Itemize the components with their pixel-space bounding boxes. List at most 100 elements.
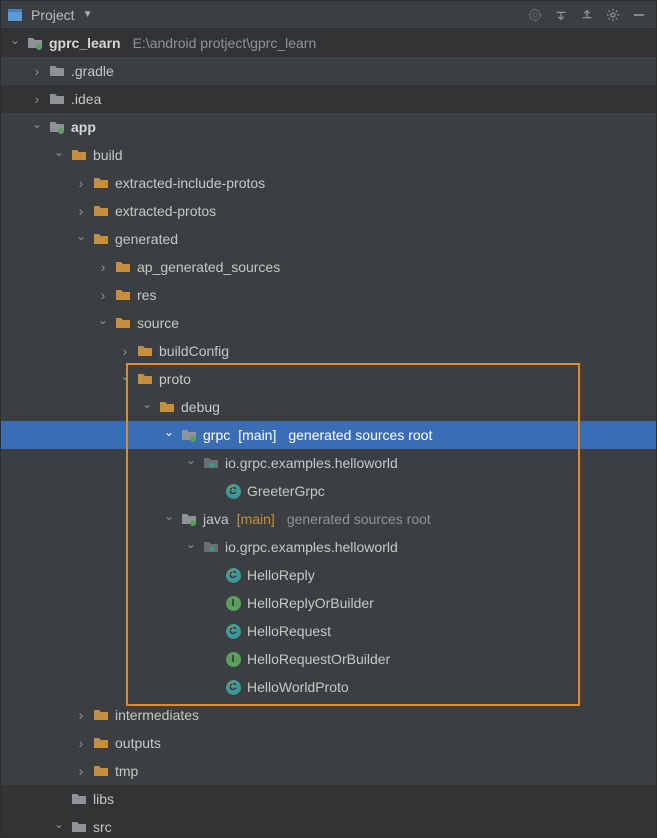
tree-node[interactable]: .idea <box>1 85 656 113</box>
locate-icon[interactable] <box>524 4 546 26</box>
folder-icon <box>49 91 65 107</box>
tree-node[interactable]: ↺C HelloRequest <box>1 617 656 645</box>
tree-node[interactable]: app <box>1 113 656 141</box>
source-set-tag: [main] <box>237 511 275 527</box>
excluded-folder-icon <box>93 707 109 723</box>
interface-icon: I <box>225 595 241 611</box>
node-label: extracted-include-protos <box>115 175 265 191</box>
expand-toggle[interactable] <box>97 316 109 330</box>
node-label: proto <box>159 371 191 387</box>
tree-node[interactable]: src <box>1 813 656 837</box>
interface-icon: I <box>225 651 241 667</box>
project-toolbar: Project ▼ <box>1 1 656 29</box>
source-set-tag: [main] <box>238 427 276 443</box>
expand-toggle[interactable] <box>119 343 131 359</box>
node-label: HelloReply <box>247 567 315 583</box>
tool-window-icon <box>7 7 23 23</box>
node-label: extracted-protos <box>115 203 216 219</box>
project-tree[interactable]: gprc_learn E:\android protject\gprc_lear… <box>1 29 656 837</box>
node-label: GreeterGrpc <box>247 483 325 499</box>
expand-toggle[interactable] <box>53 820 65 834</box>
expand-toggle[interactable] <box>75 203 87 219</box>
tree-node[interactable]: buildConfig <box>1 337 656 365</box>
tree-node[interactable]: intermediates <box>1 701 656 729</box>
excluded-folder-icon <box>137 371 153 387</box>
expand-toggle[interactable] <box>75 763 87 779</box>
tree-node[interactable]: extracted-protos <box>1 197 656 225</box>
tree-node[interactable]: I HelloReplyOrBuilder <box>1 589 656 617</box>
hide-icon[interactable] <box>628 4 650 26</box>
expand-toggle[interactable] <box>141 400 153 414</box>
expand-toggle[interactable] <box>119 372 131 386</box>
node-label: HelloReplyOrBuilder <box>247 595 374 611</box>
view-selector[interactable]: Project <box>31 7 75 23</box>
tree-node[interactable]: ↺C HelloWorldProto <box>1 673 656 701</box>
expand-toggle[interactable] <box>9 36 21 50</box>
chevron-down-icon: ▼ <box>83 9 93 20</box>
node-path: E:\android protject\gprc_learn <box>133 35 317 51</box>
expand-toggle[interactable] <box>163 428 175 442</box>
excluded-folder-icon <box>159 399 175 415</box>
tree-node[interactable]: libs <box>1 785 656 813</box>
class-icon: ↺C <box>225 567 241 583</box>
node-label: HelloRequestOrBuilder <box>247 651 390 667</box>
expand-toggle[interactable] <box>75 735 87 751</box>
expand-toggle[interactable] <box>75 707 87 723</box>
tree-node-root[interactable]: gprc_learn E:\android protject\gprc_lear… <box>1 29 656 57</box>
expand-toggle[interactable] <box>163 512 175 526</box>
expand-toggle[interactable] <box>31 120 43 134</box>
gear-icon[interactable] <box>602 4 624 26</box>
expand-toggle[interactable] <box>53 148 65 162</box>
excluded-folder-icon <box>71 147 87 163</box>
tree-node[interactable]: .gradle <box>1 57 656 85</box>
tree-node[interactable]: tmp <box>1 757 656 785</box>
node-label: res <box>137 287 156 303</box>
tree-node[interactable]: ap_generated_sources <box>1 253 656 281</box>
expand-toggle[interactable] <box>97 287 109 303</box>
node-label: .gradle <box>71 63 114 79</box>
node-label: generated <box>115 231 178 247</box>
node-label: grpc <box>203 427 230 443</box>
node-label: debug <box>181 399 220 415</box>
expand-toggle[interactable] <box>185 456 197 470</box>
tree-node[interactable]: debug <box>1 393 656 421</box>
tree-node[interactable]: ↺C GreeterGrpc <box>1 477 656 505</box>
tree-node[interactable]: source <box>1 309 656 337</box>
tree-node[interactable]: ↺C HelloReply <box>1 561 656 589</box>
expand-toggle[interactable] <box>31 63 43 79</box>
excluded-folder-icon <box>93 231 109 247</box>
tree-node[interactable]: generated <box>1 225 656 253</box>
tree-node[interactable]: I HelloRequestOrBuilder <box>1 645 656 673</box>
tree-node-selected[interactable]: grpc [main] generated sources root <box>1 421 656 449</box>
generated-sources-folder-icon <box>181 427 197 443</box>
tree-node[interactable]: extracted-include-protos <box>1 169 656 197</box>
module-folder-icon <box>27 35 43 51</box>
collapse-all-icon[interactable] <box>576 4 598 26</box>
tree-node[interactable]: io.grpc.examples.helloworld <box>1 533 656 561</box>
excluded-folder-icon <box>137 343 153 359</box>
project-tool-window: Project ▼ gprc_learn E:\android protject… <box>0 0 657 838</box>
expand-toggle[interactable] <box>31 91 43 107</box>
expand-all-icon[interactable] <box>550 4 572 26</box>
class-icon: ↺C <box>225 483 241 499</box>
node-label: tmp <box>115 763 138 779</box>
tree-node[interactable]: res <box>1 281 656 309</box>
expand-toggle[interactable] <box>97 259 109 275</box>
tree-node[interactable]: outputs <box>1 729 656 757</box>
tree-node[interactable]: proto <box>1 365 656 393</box>
excluded-folder-icon <box>93 735 109 751</box>
package-icon <box>203 455 219 471</box>
expand-toggle[interactable] <box>185 540 197 554</box>
excluded-folder-icon <box>115 287 131 303</box>
tree-node[interactable]: build <box>1 141 656 169</box>
expand-toggle[interactable] <box>75 232 87 246</box>
tree-node[interactable]: io.grpc.examples.helloworld <box>1 449 656 477</box>
node-label: buildConfig <box>159 343 229 359</box>
tree-node[interactable]: java [main] generated sources root <box>1 505 656 533</box>
node-label: io.grpc.examples.helloworld <box>225 455 398 471</box>
excluded-folder-icon <box>93 175 109 191</box>
excluded-folder-icon <box>93 203 109 219</box>
node-label: gprc_learn <box>49 35 121 51</box>
excluded-folder-icon <box>115 259 131 275</box>
expand-toggle[interactable] <box>75 175 87 191</box>
